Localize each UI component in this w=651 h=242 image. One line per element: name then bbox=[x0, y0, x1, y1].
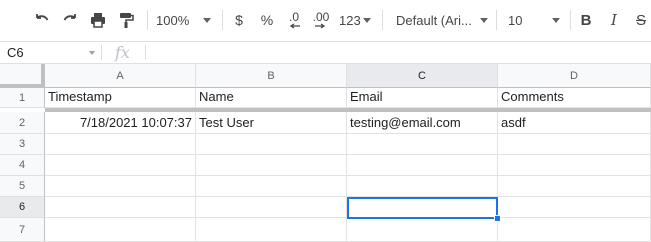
arrow-right-icon bbox=[315, 23, 326, 29]
cell-c5[interactable] bbox=[347, 176, 498, 197]
cell-a4[interactable] bbox=[45, 155, 196, 176]
print-icon[interactable] bbox=[86, 8, 110, 32]
cell-d3[interactable] bbox=[498, 134, 651, 155]
cell-a5[interactable] bbox=[45, 176, 196, 197]
chevron-down-icon bbox=[479, 17, 488, 23]
cell-d6[interactable] bbox=[498, 197, 651, 218]
select-all-corner[interactable] bbox=[0, 64, 45, 88]
cell-a3[interactable] bbox=[45, 134, 196, 155]
chevron-down-icon bbox=[362, 17, 371, 23]
cell-b2[interactable]: Test User bbox=[196, 112, 347, 134]
chevron-down-icon bbox=[203, 17, 212, 23]
font-family-value: Default (Ari... bbox=[396, 12, 472, 28]
font-size-select[interactable]: 10 bbox=[508, 8, 566, 32]
name-box[interactable]: C6 bbox=[0, 42, 101, 63]
active-cell-selection bbox=[347, 197, 498, 219]
increase-decimal-button[interactable]: .00 bbox=[308, 8, 334, 32]
row-header-6[interactable]: 6 bbox=[0, 197, 45, 218]
cell-b7[interactable] bbox=[196, 218, 347, 242]
row-header-7[interactable]: 7 bbox=[0, 218, 45, 242]
formula-bar: C6 fx bbox=[0, 41, 651, 64]
cell-d2[interactable]: asdf bbox=[498, 112, 651, 134]
number-format-label: 123 bbox=[339, 12, 361, 28]
increase-decimal-label: .00 bbox=[312, 10, 330, 24]
cell-b4[interactable] bbox=[196, 155, 347, 176]
cell-b3[interactable] bbox=[196, 134, 347, 155]
italic-button[interactable]: I bbox=[605, 8, 623, 32]
font-size-value: 10 bbox=[508, 12, 523, 28]
chevron-down-icon bbox=[552, 17, 561, 23]
bold-button[interactable]: B bbox=[577, 8, 595, 32]
currency-format-button[interactable]: $ bbox=[230, 8, 248, 32]
arrow-left-icon bbox=[289, 23, 300, 29]
cell-a2[interactable]: 7/18/2021 10:07:37 bbox=[45, 112, 196, 134]
paint-format-icon[interactable] bbox=[114, 8, 138, 32]
zoom-value: 100% bbox=[156, 12, 190, 28]
fill-handle[interactable] bbox=[494, 215, 501, 222]
column-header-d[interactable]: D bbox=[498, 64, 651, 88]
cell-c4[interactable] bbox=[347, 155, 498, 176]
cell-d1[interactable]: Comments bbox=[498, 88, 651, 108]
decrease-decimal-label: .0 bbox=[288, 10, 299, 24]
cell-b1[interactable]: Name bbox=[196, 88, 347, 108]
zoom-select[interactable]: 100% bbox=[156, 8, 214, 32]
cell-d5[interactable] bbox=[498, 176, 651, 197]
column-header-c[interactable]: C bbox=[347, 64, 498, 88]
cell-c3[interactable] bbox=[347, 134, 498, 155]
row-header-5[interactable]: 5 bbox=[0, 176, 45, 197]
strikethrough-button[interactable]: S bbox=[632, 8, 650, 32]
name-box-value: C6 bbox=[7, 45, 24, 60]
row-header-2[interactable]: 2 bbox=[0, 112, 45, 134]
column-header-b[interactable]: B bbox=[196, 64, 347, 88]
formula-input[interactable] bbox=[152, 42, 647, 63]
decrease-decimal-button[interactable]: .0 bbox=[282, 8, 306, 32]
cell-c2[interactable]: testing@email.com bbox=[347, 112, 498, 134]
row-header-3[interactable]: 3 bbox=[0, 134, 45, 155]
cell-d4[interactable] bbox=[498, 155, 651, 176]
cell-c7[interactable] bbox=[347, 218, 498, 242]
font-family-select[interactable]: Default (Ari... bbox=[396, 8, 488, 32]
cell-a7[interactable] bbox=[45, 218, 196, 242]
column-header-a[interactable]: A bbox=[45, 64, 196, 88]
toolbar: 100% $ % .0 .00 123 Default (Ari... 10 B… bbox=[0, 0, 651, 41]
cell-b5[interactable] bbox=[196, 176, 347, 197]
fx-icon: fx bbox=[115, 43, 130, 62]
cell-b6[interactable] bbox=[196, 197, 347, 218]
cell-d7[interactable] bbox=[498, 218, 651, 242]
number-format-select[interactable]: 123 bbox=[339, 8, 373, 32]
cell-c1[interactable]: Email bbox=[347, 88, 498, 108]
row-header-4[interactable]: 4 bbox=[0, 155, 45, 176]
percent-format-button[interactable]: % bbox=[258, 8, 276, 32]
undo-icon[interactable] bbox=[30, 8, 54, 32]
redo-icon[interactable] bbox=[58, 8, 82, 32]
chevron-down-icon bbox=[89, 51, 95, 55]
row-header-1[interactable]: 1 bbox=[0, 88, 45, 108]
cell-a6[interactable] bbox=[45, 197, 196, 218]
spreadsheet-grid: A B C D 1 2 3 4 5 6 7 Timestamp Name Ema… bbox=[0, 64, 651, 242]
cell-a1[interactable]: Timestamp bbox=[45, 88, 196, 108]
